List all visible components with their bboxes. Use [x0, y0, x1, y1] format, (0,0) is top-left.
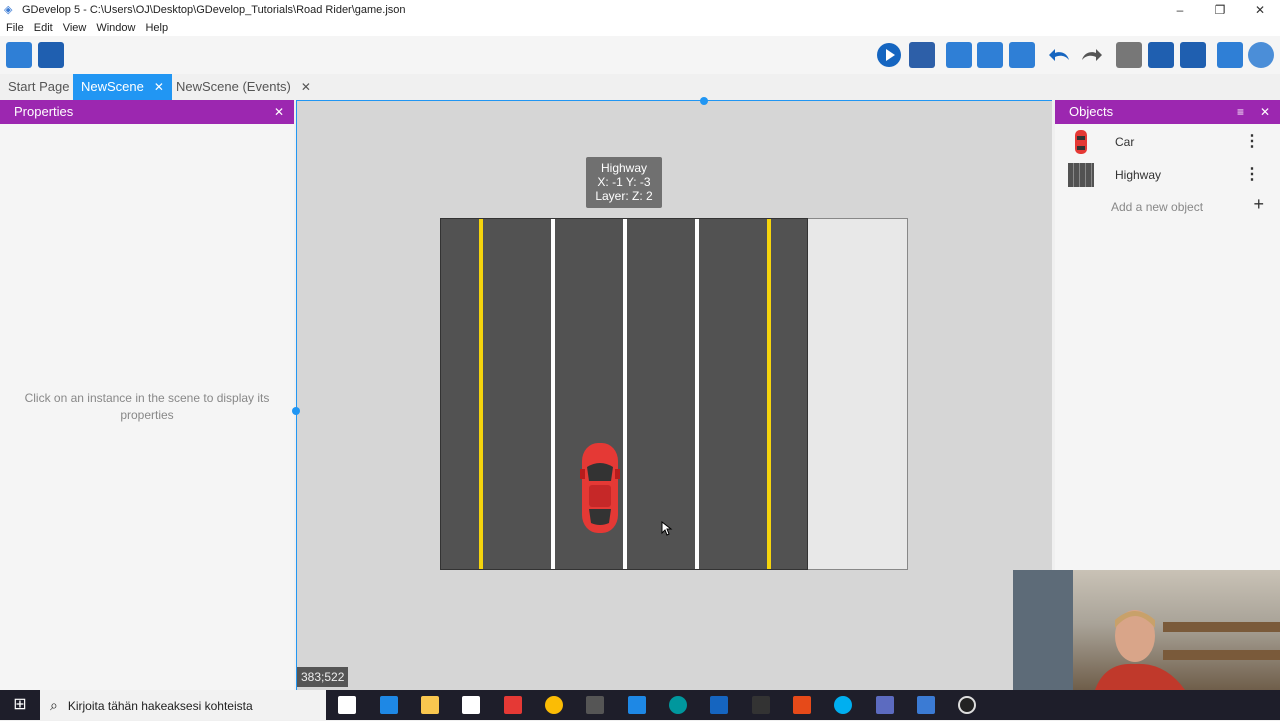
scene-canvas[interactable]: Highway X: -1 Y: -3 Layer: Z: 2 383;522 [292, 97, 1052, 690]
objects-header: Objects ≡ ✕ [1055, 100, 1280, 124]
properties-panel: Properties ✕ Click on an instance in the… [0, 100, 294, 690]
webcam-overlay [1013, 570, 1280, 690]
tab-label: NewScene [81, 79, 144, 94]
office-icon[interactable] [793, 696, 811, 714]
search-placeholder: Kirjoita tähän hakeaksesi kohteista [67, 699, 253, 713]
app-red-icon[interactable] [504, 696, 522, 714]
properties-header: Properties ✕ [0, 100, 294, 124]
lane-line-yellow [767, 219, 771, 569]
scene-editor-icon[interactable] [38, 42, 64, 68]
minimize-icon[interactable]: – [1160, 0, 1200, 20]
project-manager-icon[interactable] [6, 42, 32, 68]
menu-help[interactable]: Help [145, 22, 168, 34]
lane-line-white [623, 219, 627, 569]
tab-newscene-events[interactable]: NewScene (Events) ✕ [168, 74, 319, 100]
menu-file[interactable]: File [6, 22, 24, 34]
taskbar-search[interactable]: ⌕ Kirjoita tähän hakeaksesi kohteista [40, 690, 326, 720]
properties-hint: Click on an instance in the scene to dis… [24, 391, 270, 422]
arduino-icon[interactable] [669, 696, 687, 714]
add-object-plus-icon[interactable]: + [1253, 194, 1264, 215]
menu-bar: File Edit View Window Help [0, 20, 1280, 36]
app-gray-icon[interactable] [586, 696, 604, 714]
car-instance[interactable] [578, 441, 622, 535]
tooltip-layer: Layer: Z: 2 [595, 189, 653, 203]
close-tab-icon[interactable]: ✕ [301, 80, 311, 94]
close-panel-icon[interactable]: ✕ [274, 100, 284, 124]
search-icon: ⌕ [50, 697, 58, 713]
object-groups-icon[interactable] [977, 42, 1003, 68]
restore-icon[interactable]: ❐ [1200, 0, 1240, 20]
window-controls: – ❐ ✕ [1160, 0, 1280, 20]
object-name: Car [1115, 135, 1135, 149]
menu-window[interactable]: Window [96, 22, 135, 34]
app-blue-icon[interactable] [710, 696, 728, 714]
objects-title: Objects [1069, 104, 1114, 119]
tab-label: Start Page [8, 79, 70, 94]
tab-label: NewScene (Events) [176, 79, 291, 94]
menu-edit[interactable]: Edit [34, 22, 53, 34]
lane-line-white [551, 219, 555, 569]
editor-tabs: Start Page NewScene ✕ NewScene (Events) ✕ [0, 74, 1280, 100]
more-options-icon[interactable]: ⋮ [1244, 131, 1260, 151]
store-icon[interactable] [462, 696, 480, 714]
highway-instance[interactable] [440, 218, 808, 570]
title-bar: ◈ GDevelop 5 - C:\Users\OJ\Desktop\GDeve… [0, 0, 1280, 20]
mouse-cursor-icon [661, 521, 673, 536]
windows-start-icon[interactable]: ⊞ [0, 690, 40, 720]
window-background [1013, 570, 1073, 690]
properties-edit-icon[interactable] [1009, 42, 1035, 68]
object-item-car[interactable]: Car ⋮ [1055, 126, 1280, 158]
more-options-icon[interactable]: ⋮ [1244, 164, 1260, 184]
lane-line-white [695, 219, 699, 569]
grid-icon[interactable] [1217, 42, 1243, 68]
layers-icon[interactable] [1180, 42, 1206, 68]
properties-title: Properties [14, 104, 74, 119]
taskbar: ⊞ ⌕ Kirjoita tähän hakeaksesi kohteista [0, 690, 1280, 720]
presenter-avatar [1095, 610, 1185, 690]
cursor-coordinates: 383;522 [297, 667, 349, 687]
instances-list-icon[interactable] [1148, 42, 1174, 68]
add-object-label[interactable]: Add a new object [1111, 200, 1203, 214]
skype-icon[interactable] [834, 696, 852, 714]
lane-line-yellow [479, 219, 483, 569]
app-dark-icon[interactable] [752, 696, 770, 714]
tooltip-position: X: -1 Y: -3 [597, 175, 651, 189]
objects-panel: Objects ≡ ✕ Car ⋮ Highway ⋮ Add a new ob… [1055, 100, 1280, 570]
resize-handle-top[interactable] [700, 97, 708, 105]
window-title: GDevelop 5 - C:\Users\OJ\Desktop\GDevelo… [22, 4, 406, 16]
edge-icon[interactable] [380, 696, 398, 714]
tab-start-page[interactable]: Start Page [0, 74, 77, 100]
tooltip-object-name: Highway [600, 161, 648, 175]
mail-icon[interactable] [628, 696, 646, 714]
obs-icon[interactable] [958, 696, 976, 714]
resize-handle-left[interactable] [292, 407, 300, 415]
filter-icon[interactable]: ≡ [1237, 100, 1244, 124]
undo-icon[interactable] [1047, 42, 1073, 68]
tab-newscene[interactable]: NewScene ✕ [73, 74, 172, 100]
car-icon [1075, 130, 1087, 154]
zoom-icon[interactable] [1248, 42, 1274, 68]
highway-icon [1068, 163, 1094, 187]
menu-view[interactable]: View [63, 22, 87, 34]
gdevelop-logo-icon: ◈ [4, 4, 13, 16]
delete-instances-icon[interactable] [1116, 42, 1142, 68]
object-item-highway[interactable]: Highway ⋮ [1055, 159, 1280, 191]
close-tab-icon[interactable]: ✕ [154, 80, 164, 94]
close-panel-icon[interactable]: ✕ [1260, 100, 1270, 124]
teams-icon[interactable] [876, 696, 894, 714]
toolbar [0, 36, 1280, 74]
redo-icon[interactable] [1078, 42, 1104, 68]
task-view-icon[interactable] [338, 696, 356, 714]
chrome-icon[interactable] [545, 696, 563, 714]
instance-tooltip: Highway X: -1 Y: -3 Layer: Z: 2 [586, 157, 662, 208]
preview-play-icon[interactable] [877, 43, 901, 67]
open-objects-icon[interactable] [946, 42, 972, 68]
file-explorer-icon[interactable] [421, 696, 439, 714]
debug-icon[interactable] [909, 42, 935, 68]
close-window-icon[interactable]: ✕ [1240, 0, 1280, 20]
object-name: Highway [1115, 168, 1162, 182]
gdevelop-taskbar-icon[interactable] [917, 696, 935, 714]
